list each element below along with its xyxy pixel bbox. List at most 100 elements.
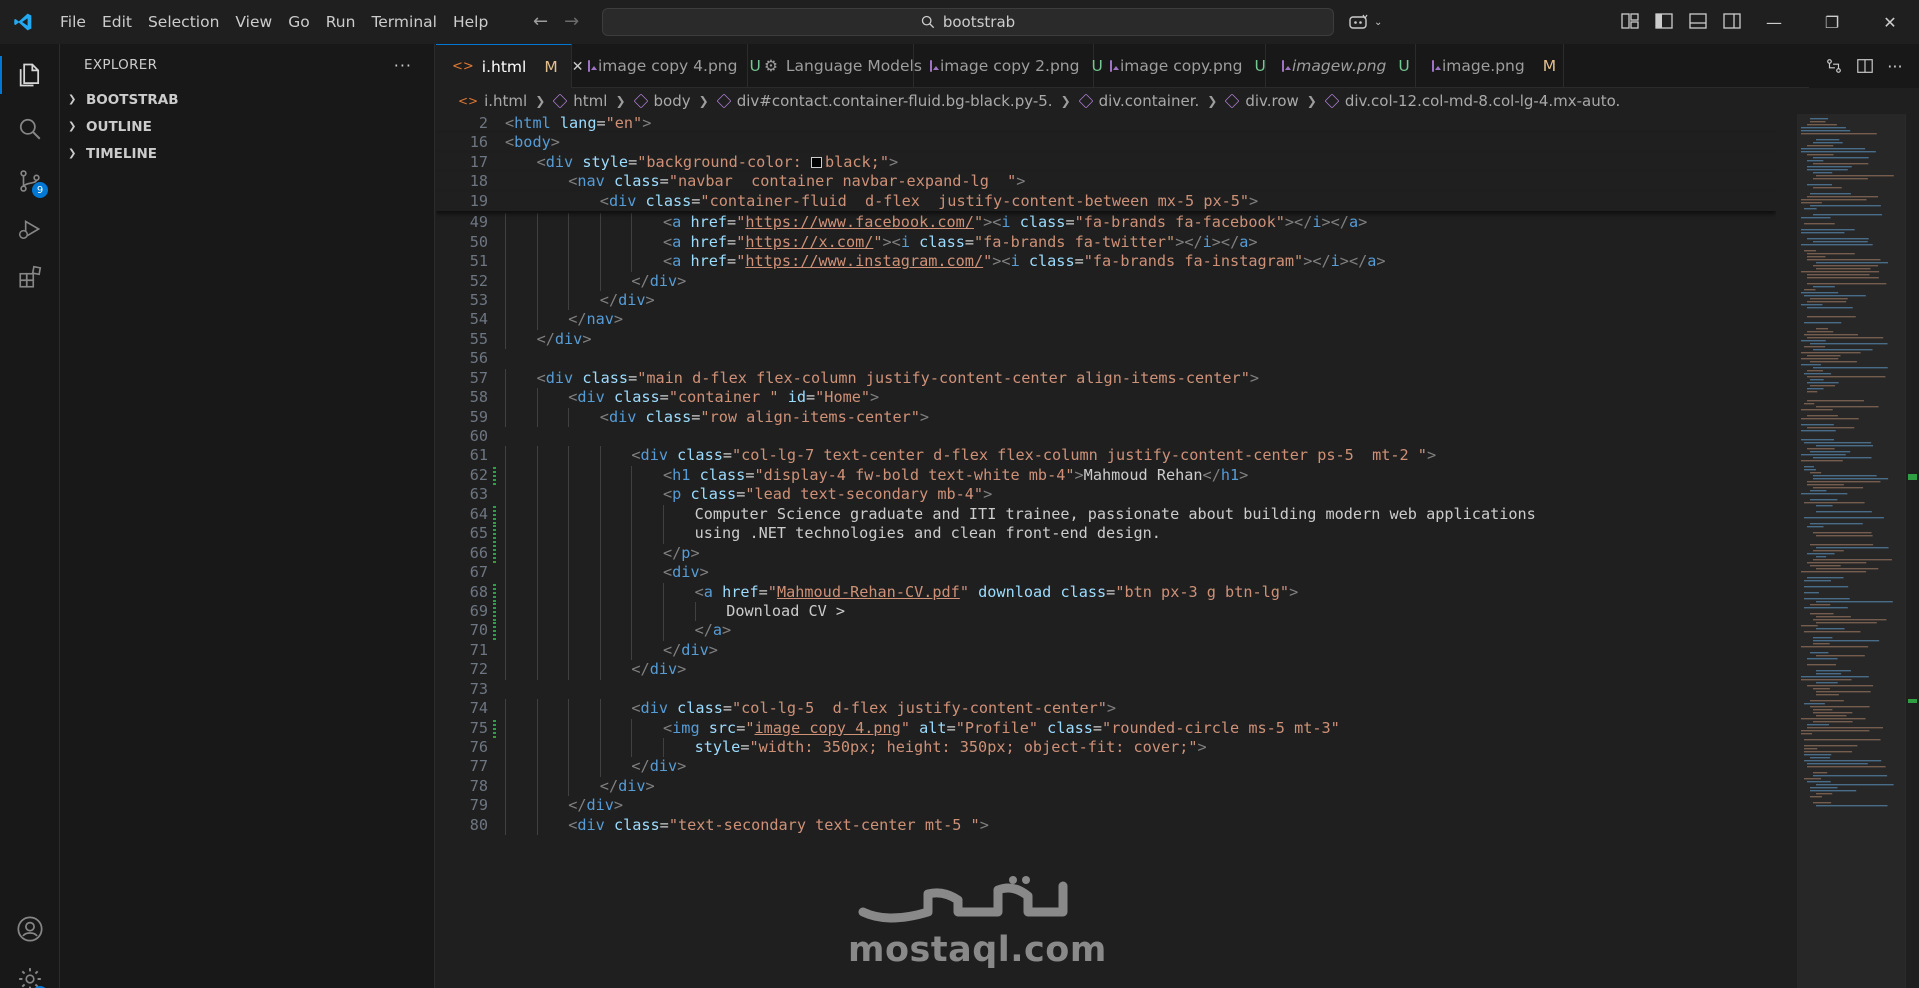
indent-guide <box>631 621 633 641</box>
indent-guide <box>505 465 506 486</box>
forward-arrow-icon[interactable]: → <box>564 11 579 32</box>
tab-i-html[interactable]: <> i.html M ✕ <box>436 44 583 88</box>
tab-image-copy-4-png[interactable]: image copy 4.png U <box>572 44 761 88</box>
tab-image-png[interactable]: image.png M <box>1416 44 1564 88</box>
tab-imagew-png[interactable]: imagew.png U <box>1266 44 1416 88</box>
menu-file[interactable]: File <box>52 8 94 36</box>
indent-guide <box>568 563 570 583</box>
code-line[interactable]: 73 <box>436 680 1776 699</box>
sticky-scroll-line[interactable]: 18 <nav class="navbar container navbar-ex… <box>436 172 1776 192</box>
compare-changes-icon[interactable] <box>1825 57 1843 75</box>
code-line[interactable]: 80 <div class="text-secondary text-center… <box>436 815 1776 836</box>
menu-edit[interactable]: Edit <box>94 8 140 36</box>
line-text: Computer Science graduate and ITI traine… <box>694 504 1536 523</box>
code-line[interactable]: 64 Computer Science graduate and ITI trai… <box>436 504 1776 525</box>
breadcrumb-item[interactable]: div#contact.container-fluid.bg-black.py-… <box>716 92 1053 110</box>
run-debug-activity[interactable] <box>0 204 60 254</box>
toggle-primary-sidebar-icon[interactable] <box>1654 11 1674 31</box>
code-line[interactable]: 70 </a> <box>436 621 1776 641</box>
breadcrumb-item[interactable]: div.container. <box>1078 92 1199 110</box>
tab-status: U <box>1398 57 1410 75</box>
breadcrumb-item[interactable]: div.row <box>1224 92 1299 110</box>
tab-status: M <box>1542 57 1557 75</box>
code-line[interactable]: 60 <box>436 427 1776 446</box>
code-line[interactable]: 56 <box>436 349 1776 368</box>
code-line[interactable]: 52 </div> <box>436 271 1776 291</box>
code-line[interactable]: 79 </div> <box>436 796 1776 816</box>
minimize-icon[interactable]: — <box>1745 0 1803 44</box>
tab-image-copy-png[interactable]: image copy.png U <box>1094 44 1266 88</box>
search-activity[interactable] <box>0 104 60 154</box>
tab-label: imagew.png <box>1292 57 1387 75</box>
code-line[interactable]: 54 </nav> <box>436 310 1776 330</box>
code-editor[interactable]: 2 <html lang="en"> 16 <body> 17 <div style="b… <box>436 114 1776 988</box>
more-actions-icon[interactable]: ··· <box>394 56 412 75</box>
code-line[interactable]: 58 <div class="container " id="Home"> <box>436 388 1776 408</box>
tab-language-models[interactable]: ⚙ Language Models <box>748 44 922 88</box>
back-arrow-icon[interactable]: ← <box>533 11 548 32</box>
indent-guide <box>505 310 506 330</box>
breadcrumb-item[interactable]: body <box>633 92 691 110</box>
breadcrumb-item[interactable]: html <box>552 92 607 110</box>
extensions-activity[interactable] <box>0 252 60 302</box>
line-number: 80 <box>469 815 488 834</box>
code-line[interactable]: 66 </p> <box>436 543 1776 564</box>
menu-run[interactable]: Run <box>318 8 364 36</box>
menu-help[interactable]: Help <box>445 8 496 36</box>
line-number: 50 <box>469 232 488 251</box>
menu-go[interactable]: Go <box>280 8 318 36</box>
code-line[interactable]: 49 <a href="https://www.facebook.com/"><i… <box>436 213 1776 233</box>
code-line[interactable]: 57 <div class="main d-flex flex-column ju… <box>436 368 1776 389</box>
code-line[interactable]: 59 <div class="row align-items-center"> <box>436 407 1776 427</box>
menu-selection[interactable]: Selection <box>140 8 227 36</box>
code-line[interactable]: 72 </div> <box>436 660 1776 680</box>
section-outline[interactable]: ❯ OUTLINE <box>60 113 434 140</box>
section-timeline[interactable]: ❯ TIMELINE <box>60 140 434 167</box>
copilot-button[interactable]: ⌄ <box>1348 11 1390 33</box>
menu-view[interactable]: View <box>227 8 280 36</box>
minimap[interactable] <box>1797 114 1905 988</box>
minimap-viewport[interactable] <box>1797 114 1905 988</box>
sticky-scroll-line[interactable]: 17 <div style="background-color: black;"> <box>436 152 1776 173</box>
more-editor-actions-icon[interactable]: ··· <box>1887 57 1902 76</box>
code-line[interactable]: 65 using .NET technologies and clean fron… <box>436 524 1776 544</box>
restore-icon[interactable]: ❐ <box>1803 0 1861 44</box>
code-line[interactable]: 53 </div> <box>436 290 1776 311</box>
code-line[interactable]: 71 </div> <box>436 640 1776 661</box>
close-window-icon[interactable]: ✕ <box>1861 0 1919 44</box>
code-line[interactable]: 62 <h1 class="display-4 fw-bold text-whit… <box>436 465 1776 486</box>
sticky-scroll-line[interactable]: 2 <html lang="en"> <box>436 114 1776 134</box>
code-line[interactable]: 77 </div> <box>436 757 1776 777</box>
command-center-search[interactable]: bootstrab <box>602 8 1334 36</box>
sticky-scroll-line[interactable]: 16 <body> <box>436 133 1776 153</box>
code-line[interactable]: 68 <a href="Mahmoud-Rehan-CV.pdf" downloa… <box>436 582 1776 602</box>
code-line[interactable]: 76 style="width: 350px; height: 350px; ob… <box>436 738 1776 758</box>
code-line[interactable]: 74 <div class="col-lg-5 d-flex justify-co… <box>436 699 1776 719</box>
section-bootstrab[interactable]: ❯ BOOTSTRAB <box>60 86 434 113</box>
split-editor-icon[interactable] <box>1856 57 1874 75</box>
customize-layout-icon[interactable] <box>1620 11 1640 31</box>
code-line[interactable]: 63 <p class="lead text-secondary mb-4"> <box>436 485 1776 505</box>
indent-guide <box>536 388 538 408</box>
vertical-scrollbar[interactable] <box>1905 114 1919 988</box>
menu-terminal[interactable]: Terminal <box>363 8 445 36</box>
code-line[interactable]: 55 </div> <box>436 329 1776 350</box>
manage-activity[interactable]: 1 <box>0 954 60 988</box>
toggle-secondary-sidebar-icon[interactable] <box>1722 11 1742 31</box>
source-control-activity[interactable]: 9 <box>0 156 60 206</box>
toggle-panel-icon[interactable] <box>1688 11 1708 31</box>
line-text: <div class="col-lg-7 text-center d-flex … <box>631 446 1437 465</box>
code-line[interactable]: 69 Download CV > <box>436 601 1776 622</box>
tab-image-copy-2-png[interactable]: image copy 2.png U <box>914 44 1103 88</box>
code-line[interactable]: 61 <div class="col-lg-7 text-center d-fle… <box>436 446 1776 466</box>
breadcrumb-item[interactable]: <> i.html <box>458 92 527 110</box>
code-line[interactable]: 78 </div> <box>436 776 1776 797</box>
code-line[interactable]: 51 <a href="https://www.instagram.com/"><… <box>436 252 1776 272</box>
sticky-scroll-line[interactable]: 19 <div class="container-fluid d-flex jus… <box>436 191 1776 212</box>
code-line[interactable]: 75 <img src="image copy 4.png" alt="Profi… <box>436 718 1776 738</box>
code-line[interactable]: 67 <div> <box>436 563 1776 583</box>
explorer-activity[interactable] <box>0 50 60 100</box>
breadcrumb-item[interactable]: div.col-12.col-md-8.col-lg-4.mx-auto. <box>1324 92 1620 110</box>
accounts-activity[interactable] <box>0 904 60 954</box>
code-line[interactable]: 50 <a href="https://x.com/"><i class="fa-… <box>436 232 1776 253</box>
